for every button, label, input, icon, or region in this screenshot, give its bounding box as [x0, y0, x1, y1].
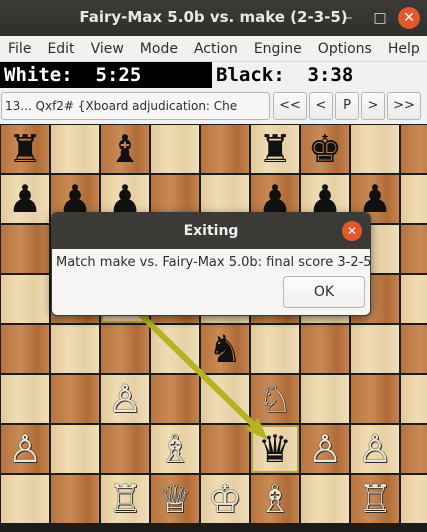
maximize-button[interactable]: □ — [369, 7, 391, 29]
menu-mode[interactable]: Mode — [132, 41, 186, 57]
dialog-message: Match make vs. Fairy-Max 5.0b: final sco… — [56, 255, 371, 270]
last-move-display: 13... Qxf2# {Xboard adjudication: Che — [1, 92, 270, 120]
menu-bar: File Edit View Mode Action Engine Option… — [0, 36, 427, 62]
pause-button[interactable]: P — [335, 92, 359, 120]
menu-file[interactable]: File — [0, 41, 39, 57]
move-bar: 13... Qxf2# {Xboard adjudication: Che <<… — [0, 88, 427, 124]
white-clock: White: 5:25 — [0, 62, 212, 88]
forward-button[interactable]: > — [361, 92, 385, 120]
exiting-dialog: Exiting ✕ Match make vs. Fairy-Max 5.0b:… — [51, 212, 371, 316]
clock-bar: White: 5:25 Black: 3:38 — [0, 62, 427, 88]
last-move-arrow — [137, 311, 268, 440]
menu-action[interactable]: Action — [186, 41, 246, 57]
chess-board[interactable]: ♜ ♝ ♜ ♚ ♟ ♟ ♟ ♟ ♟ ♟ ♞ ♙ ♘ ♙ ♗ ♛ ♙ ♙ ♖ ♕ ♔ ♗ ♖ — [0, 124, 427, 532]
menu-help[interactable]: Help — [380, 41, 427, 57]
dialog-title: Exiting — [52, 213, 370, 249]
back-button[interactable]: < — [309, 92, 333, 120]
last-move-button[interactable]: >> — [387, 92, 421, 120]
minimize-button[interactable]: – — [338, 7, 360, 29]
window-title: Fairy-Max 5.0b vs. make (2-3-5) — [79, 8, 348, 26]
ok-button[interactable]: OK — [283, 276, 365, 308]
menu-view[interactable]: View — [83, 41, 132, 57]
menu-edit[interactable]: Edit — [39, 41, 82, 57]
menu-engine[interactable]: Engine — [246, 41, 310, 57]
dialog-close-icon[interactable]: ✕ — [342, 221, 362, 241]
first-move-button[interactable]: << — [273, 92, 307, 120]
close-button[interactable]: ✕ — [398, 7, 420, 29]
menu-options[interactable]: Options — [310, 41, 380, 57]
black-clock: Black: 3:38 — [212, 62, 427, 88]
title-bar: Fairy-Max 5.0b vs. make (2-3-5) – □ ✕ — [0, 0, 427, 36]
